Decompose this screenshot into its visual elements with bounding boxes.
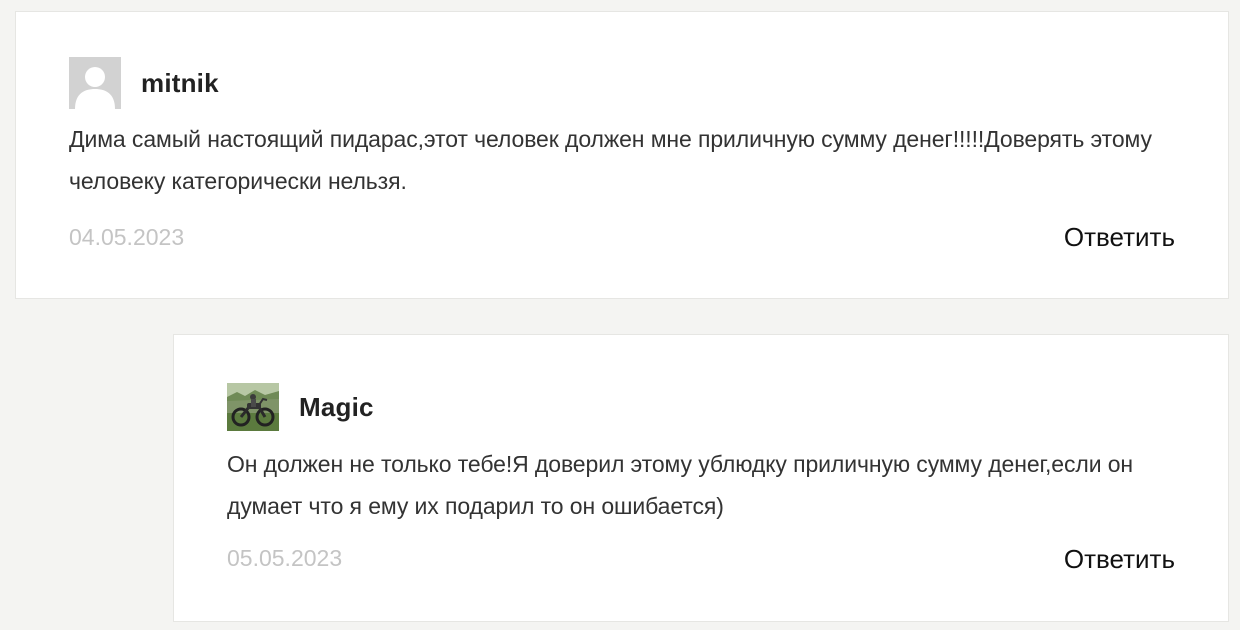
reply-button[interactable]: Ответить xyxy=(1064,544,1175,575)
motorcycle-photo-avatar xyxy=(227,383,279,431)
comment-date: 05.05.2023 xyxy=(227,545,343,571)
comment-text: Он должен не только тебе!Я доверил этому… xyxy=(227,451,1134,519)
comment-author-name[interactable]: mitnik xyxy=(141,68,219,99)
comment-text: Дима самый настоящий пидарас,этот челове… xyxy=(69,126,1152,194)
reply-button[interactable]: Ответить xyxy=(1064,222,1175,253)
comment-author-name[interactable]: Magic xyxy=(299,392,374,423)
comment-author-row: Magic xyxy=(227,383,374,431)
comment-card: mitnik Дима самый настоящий пидарас,этот… xyxy=(15,11,1229,299)
comment-card-reply: Magic Он должен не только тебе!Я доверил… xyxy=(173,334,1229,622)
default-user-avatar-icon xyxy=(69,57,121,109)
comment-date: 04.05.2023 xyxy=(69,224,185,250)
comment-author-row: mitnik xyxy=(69,57,219,109)
